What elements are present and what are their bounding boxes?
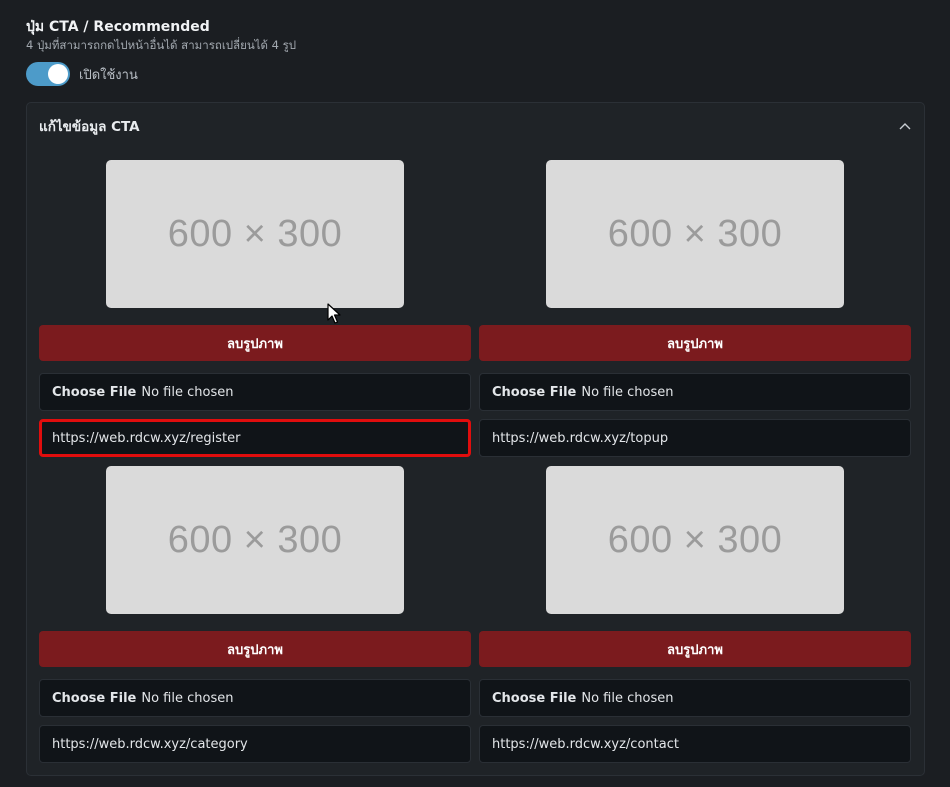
file-status: No file chosen bbox=[141, 690, 234, 706]
choose-file-button[interactable]: Choose File bbox=[52, 385, 136, 400]
image-placeholder[interactable]: 600 × 300 bbox=[546, 160, 844, 308]
panel-title: แก้ไขข้อมูล CTA bbox=[39, 119, 140, 135]
chevron-up-icon[interactable] bbox=[898, 119, 912, 133]
file-input[interactable]: Choose File No file chosen bbox=[39, 679, 471, 717]
choose-file-button[interactable]: Choose File bbox=[492, 385, 576, 400]
choose-file-button[interactable]: Choose File bbox=[52, 691, 136, 706]
file-status: No file chosen bbox=[581, 690, 674, 706]
panel-header[interactable]: แก้ไขข้อมูล CTA bbox=[39, 116, 912, 136]
url-input[interactable] bbox=[479, 419, 911, 457]
section-title: ปุ่ม CTA / Recommended bbox=[26, 19, 210, 35]
file-status: No file chosen bbox=[141, 384, 234, 400]
enable-toggle-row: เปิดใช้งาน bbox=[26, 62, 138, 86]
file-input[interactable]: Choose File No file chosen bbox=[479, 373, 911, 411]
url-input[interactable] bbox=[39, 725, 471, 763]
delete-image-button[interactable]: ลบรูปภาพ bbox=[39, 631, 471, 667]
enable-toggle[interactable] bbox=[26, 62, 70, 86]
image-placeholder[interactable]: 600 × 300 bbox=[106, 466, 404, 614]
toggle-knob bbox=[48, 64, 68, 84]
delete-image-button[interactable]: ลบรูปภาพ bbox=[479, 631, 911, 667]
toggle-label: เปิดใช้งาน bbox=[79, 67, 138, 83]
delete-image-button[interactable]: ลบรูปภาพ bbox=[479, 325, 911, 361]
url-input[interactable] bbox=[39, 419, 471, 457]
image-placeholder[interactable]: 600 × 300 bbox=[106, 160, 404, 308]
cta-edit-panel: แก้ไขข้อมูล CTA 600 × 300 ลบรูปภาพ Choos… bbox=[26, 102, 925, 776]
file-input[interactable]: Choose File No file chosen bbox=[479, 679, 911, 717]
file-input[interactable]: Choose File No file chosen bbox=[39, 373, 471, 411]
url-input[interactable] bbox=[479, 725, 911, 763]
image-placeholder[interactable]: 600 × 300 bbox=[546, 466, 844, 614]
delete-image-button[interactable]: ลบรูปภาพ bbox=[39, 325, 471, 361]
file-status: No file chosen bbox=[581, 384, 674, 400]
choose-file-button[interactable]: Choose File bbox=[492, 691, 576, 706]
section-subtitle: 4 ปุ่มที่สามารถกดไปหน้าอื่นได้ สามารถเปล… bbox=[26, 38, 297, 52]
